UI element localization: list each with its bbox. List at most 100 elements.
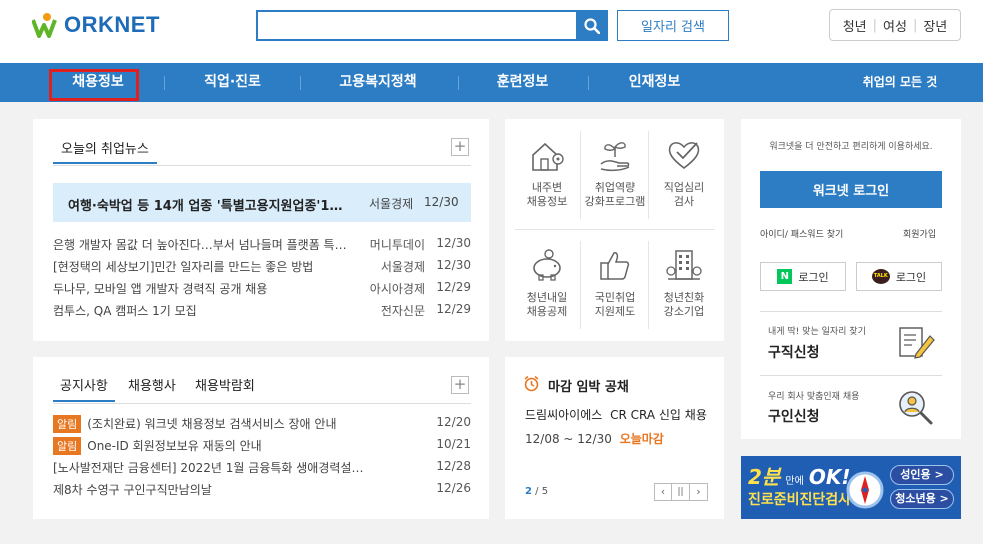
recruiter-title: 구인신청 bbox=[768, 409, 820, 425]
notice-date: 12/28 bbox=[436, 459, 471, 473]
quick-menu-nearby-jobs[interactable]: 내주변 채용정보 bbox=[513, 137, 581, 209]
news-source: 아시아경제 bbox=[369, 282, 425, 296]
target-senior[interactable]: 장년 bbox=[923, 16, 947, 35]
recruiter-apply[interactable]: 우리 회사 맞춤인재 채용 구인신청 bbox=[760, 376, 942, 438]
news-title: 은행 개발자 몸값 더 높아진다…부서 넘나들며 플랫폼 특명 부여 bbox=[53, 238, 353, 252]
news-item[interactable]: 두나무, 모바일 앱 개발자 경력직 공개 채용 아시아경제 12/29 bbox=[53, 280, 471, 296]
banner-big: 2분 bbox=[748, 465, 781, 489]
banner-main-text: 진로준비진단검사 bbox=[748, 492, 852, 508]
naver-login-label: 로그인 bbox=[798, 270, 829, 284]
notice-badge: 알림 bbox=[53, 415, 82, 433]
quick-menu-label: 강화프로그램 bbox=[584, 195, 646, 208]
nav-item-welfare-policy[interactable]: 고용복지정책 bbox=[318, 63, 438, 102]
quick-menu-label: 국민취업 bbox=[594, 291, 636, 304]
logo-text: ORKNET bbox=[64, 12, 160, 37]
quick-menu-label: 채용정보 bbox=[526, 195, 568, 208]
naver-login-button[interactable]: N 로그인 bbox=[760, 262, 846, 291]
quick-menu-national-employment[interactable]: 국민취업 지원제도 bbox=[581, 247, 649, 319]
news-item[interactable]: [현정택의 세상보기]민간 일자리를 만드는 좋은 방법 서울경제 12/30 bbox=[53, 258, 471, 274]
search-button[interactable] bbox=[576, 10, 608, 41]
deadline-job[interactable]: 드림씨아이에스 CR CRA 신입 채용 bbox=[525, 406, 707, 423]
alarm-clock-icon bbox=[524, 375, 539, 392]
banner-small: 만에 bbox=[785, 476, 804, 487]
compass-icon bbox=[846, 471, 884, 509]
notice-date: 10/21 bbox=[436, 437, 471, 451]
worknet-login-button[interactable]: 워크넷 로그인 bbox=[760, 171, 942, 208]
news-source: 머니투데이 bbox=[369, 238, 425, 252]
notice-item[interactable]: 제8차 수영구 구인구직만남의날 12/26 bbox=[53, 481, 471, 497]
quick-menu-label: 강소기업 bbox=[663, 305, 705, 318]
divider: | bbox=[872, 17, 878, 33]
banner-headline: 2분 만에 OK! bbox=[748, 461, 851, 490]
worknet-logo[interactable]: ORKNET bbox=[32, 12, 160, 38]
kakao-login-button[interactable]: TALK 로그인 bbox=[856, 262, 942, 291]
quick-menu-label: 내주변 bbox=[531, 181, 563, 194]
building-icon bbox=[666, 250, 702, 280]
news-date: 12/30 bbox=[436, 258, 471, 272]
page-current: 2 bbox=[525, 486, 532, 497]
search-input[interactable] bbox=[258, 12, 578, 39]
next-arrow-icon[interactable]: › bbox=[690, 483, 708, 501]
job-search-button[interactable]: 일자리 검색 bbox=[617, 10, 729, 41]
news-more-button[interactable]: + bbox=[451, 138, 469, 156]
highlight-news[interactable]: 여행·숙박업 등 14개 업종 '특별고용지원업종'1년 연장 서울경제 12/… bbox=[53, 183, 471, 222]
job-seeker-apply[interactable]: 내게 딱! 맞는 일자리 찾기 구직신청 bbox=[760, 312, 942, 374]
career-test-banner[interactable]: 2분 만에 OK! 진로준비진단검사 성인용 > 청소년용 > bbox=[741, 456, 961, 519]
notice-item[interactable]: 알림 (조치완료) 워크넷 채용정보 검색서비스 장애 안내 12/20 bbox=[53, 415, 471, 433]
tab-notice[interactable]: 공지사항 bbox=[53, 375, 115, 402]
highlight-news-date: 12/30 bbox=[424, 195, 459, 209]
heart-check-icon bbox=[668, 142, 700, 170]
logo-w-icon bbox=[32, 13, 57, 38]
notice-item[interactable]: [노사발전재단 금융센터] 2022년 1월 금융특화 생애경력설계서비스 안내… bbox=[53, 459, 471, 475]
notice-more-button[interactable]: + bbox=[451, 376, 469, 394]
nav-item-all-employment[interactable]: 취업의 모든 것 bbox=[845, 63, 955, 102]
tab-recruit-events[interactable]: 채용행사 bbox=[128, 375, 176, 394]
hand-sprout-icon bbox=[600, 142, 630, 172]
quick-menu-youth-friendly-company[interactable]: 청년친화 강소기업 bbox=[650, 247, 718, 319]
nav-item-career[interactable]: 직업·진로 bbox=[185, 63, 280, 102]
thumbs-up-icon bbox=[600, 252, 630, 280]
nav-divider bbox=[300, 76, 301, 90]
quick-menu-label: 검사 bbox=[673, 195, 695, 208]
adult-button[interactable]: 성인용 > bbox=[890, 465, 954, 485]
notice-item[interactable]: 알림 One-ID 회원정보보유 재동의 안내 10/21 bbox=[53, 437, 471, 455]
target-youth[interactable]: 청년 bbox=[843, 16, 867, 35]
login-panel: 워크넷을 더 안전하고 편리하게 이용하세요. 워크넷 로그인 아이디/ 패스워… bbox=[741, 119, 961, 439]
divider bbox=[53, 403, 471, 404]
quick-menu-competency-program[interactable]: 취업역량 강화프로그램 bbox=[581, 137, 649, 209]
news-date: 12/30 bbox=[436, 236, 471, 250]
kakao-icon: TALK bbox=[871, 269, 890, 284]
quick-menu-label: 지원제도 bbox=[594, 305, 636, 318]
tab-job-fair[interactable]: 채용박람회 bbox=[195, 375, 255, 394]
notice-badge: 알림 bbox=[53, 437, 82, 455]
quick-menu-youth-savings[interactable]: 청년내일 채용공제 bbox=[513, 247, 581, 319]
news-title: 두나무, 모바일 앱 개발자 경력직 공개 채용 bbox=[53, 282, 268, 296]
news-title: 컴투스, QA 캠퍼스 1기 모집 bbox=[53, 304, 197, 318]
quick-menu-label: 청년친화 bbox=[663, 291, 705, 304]
news-item[interactable]: 은행 개발자 몸값 더 높아진다…부서 넘나들며 플랫폼 특명 부여 머니투데이… bbox=[53, 236, 471, 252]
quick-menu-label: 직업심리 bbox=[663, 181, 705, 194]
pager-controls: ‹ || › bbox=[654, 483, 708, 501]
notice-date: 12/20 bbox=[436, 415, 471, 429]
target-women[interactable]: 여성 bbox=[883, 16, 907, 35]
kakao-login-label: 로그인 bbox=[895, 270, 927, 284]
quick-menu-psych-test[interactable]: 직업심리 검사 bbox=[650, 137, 718, 209]
quick-menu-label: 채용공제 bbox=[526, 305, 568, 318]
job-seeker-sub: 내게 딱! 맞는 일자리 찾기 bbox=[768, 327, 866, 337]
news-item[interactable]: 컴투스, QA 캠퍼스 1기 모집 전자신문 12/29 bbox=[53, 302, 471, 318]
recruiter-sub: 우리 회사 맞춤인재 채용 bbox=[768, 392, 860, 402]
news-date: 12/29 bbox=[436, 280, 471, 294]
nav-item-talent[interactable]: 인재정보 bbox=[607, 63, 702, 102]
signup-link[interactable]: 회원가입 bbox=[903, 227, 936, 240]
naver-icon: N bbox=[777, 269, 793, 284]
nav-item-training[interactable]: 훈련정보 bbox=[475, 63, 570, 102]
highlight-news-title: 여행·숙박업 등 14개 업종 '특별고용지원업종'1년 연장 bbox=[68, 199, 350, 214]
quick-menu-panel: 내주변 채용정보 취업역량 강화프로그램 직업심리 검사 청년내일 채용공제 국… bbox=[505, 119, 724, 341]
deadline-period: 12/08 ~ 12/30 bbox=[525, 432, 612, 446]
news-tab[interactable]: 오늘의 취업뉴스 bbox=[53, 138, 157, 164]
find-id-password-link[interactable]: 아이디/ 패스워드 찾기 bbox=[760, 227, 843, 240]
youth-button[interactable]: 청소년용 > bbox=[890, 489, 954, 509]
prev-arrow-icon[interactable]: ‹ bbox=[654, 483, 672, 501]
deadline-title: 마감 임박 공채 bbox=[548, 380, 629, 395]
pause-icon[interactable]: || bbox=[672, 483, 690, 501]
